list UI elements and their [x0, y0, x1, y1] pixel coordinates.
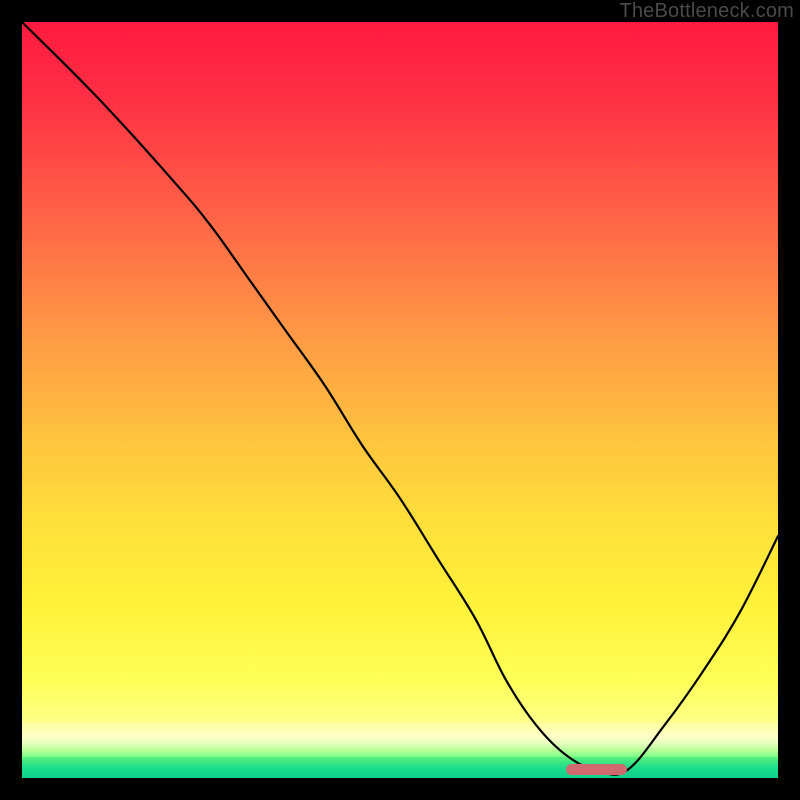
chart-frame — [22, 22, 778, 778]
bottleneck-curve — [22, 22, 778, 778]
curve-path — [22, 22, 778, 775]
optimum-marker — [566, 764, 626, 775]
watermark-text: TheBottleneck.com — [619, 0, 794, 23]
